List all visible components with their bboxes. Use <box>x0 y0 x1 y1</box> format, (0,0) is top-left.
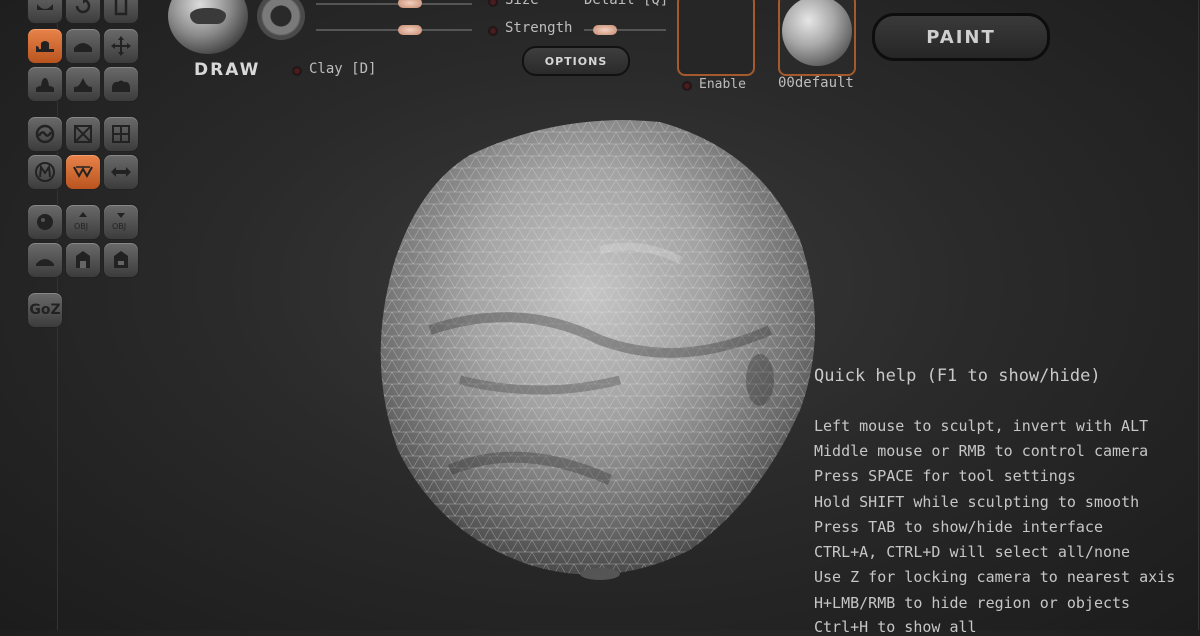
help-line: CTRL+A, CTRL+D will select all/none <box>814 543 1131 561</box>
help-line: Left mouse to sculpt, invert with ALT <box>814 417 1149 435</box>
help-line: H+LMB/RMB to hide region or objects <box>814 594 1131 612</box>
sculpt-mesh[interactable] <box>360 100 840 600</box>
help-line: Press SPACE for tool settings <box>814 467 1076 485</box>
help-line: Middle mouse or RMB to control camera <box>814 442 1149 460</box>
help-line: Ctrl+H to show all <box>814 618 977 636</box>
help-line: Use Z for locking camera to nearest axis <box>814 568 1176 586</box>
help-line: Press TAB to show/hide interface <box>814 518 1103 536</box>
help-line: Hold SHIFT while sculpting to smooth <box>814 493 1140 511</box>
help-title: Quick help (F1 to show/hide) <box>814 366 1101 386</box>
